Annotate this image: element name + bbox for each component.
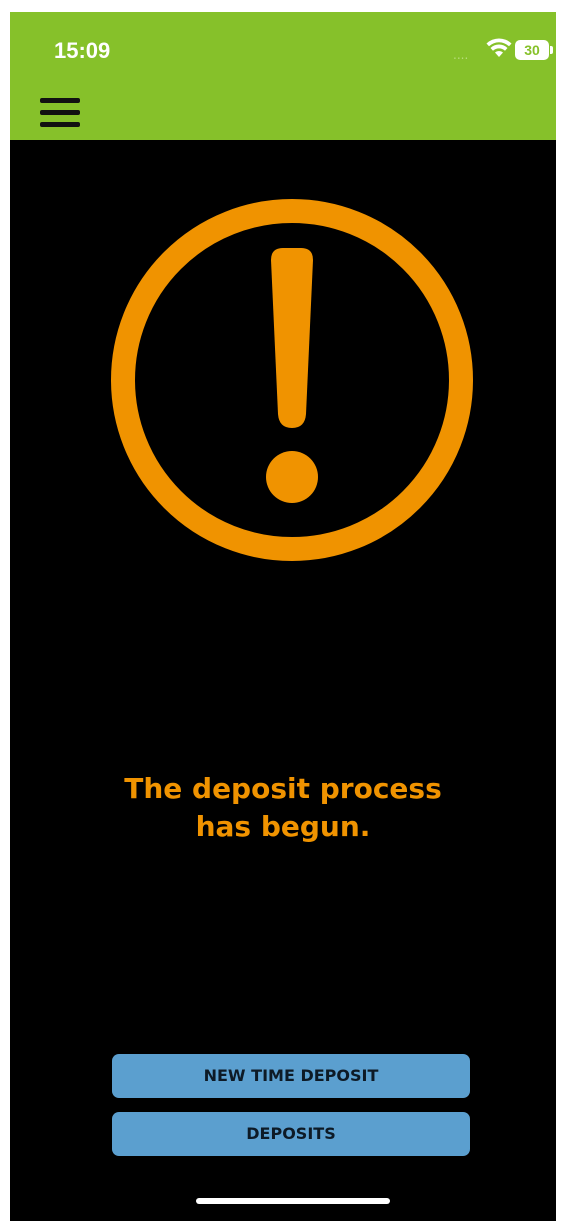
menu-line <box>40 98 80 103</box>
status-message: The deposit process has begun. <box>10 770 556 846</box>
menu-line <box>40 110 80 115</box>
status-message-line2: has begun. <box>195 810 371 843</box>
battery-icon: 30 <box>515 40 549 60</box>
battery-level: 30 <box>524 42 540 58</box>
battery-nub <box>550 46 553 54</box>
header-bar: 15:09 .... 30 <box>10 12 556 140</box>
cellular-signal-icon: .... <box>453 48 469 62</box>
home-indicator[interactable] <box>196 1198 390 1204</box>
deposits-button[interactable]: DEPOSITS <box>112 1112 470 1156</box>
status-message-line1: The deposit process <box>124 772 442 805</box>
hamburger-menu-icon[interactable] <box>38 96 84 130</box>
menu-line <box>40 122 80 127</box>
exclamation-circle-icon <box>111 199 473 561</box>
new-time-deposit-button[interactable]: NEW TIME DEPOSIT <box>112 1054 470 1098</box>
app-screen: 15:09 .... 30 The deposit process has be… <box>10 12 556 1221</box>
status-time: 15:09 <box>54 38 111 63</box>
wifi-icon <box>486 38 512 57</box>
